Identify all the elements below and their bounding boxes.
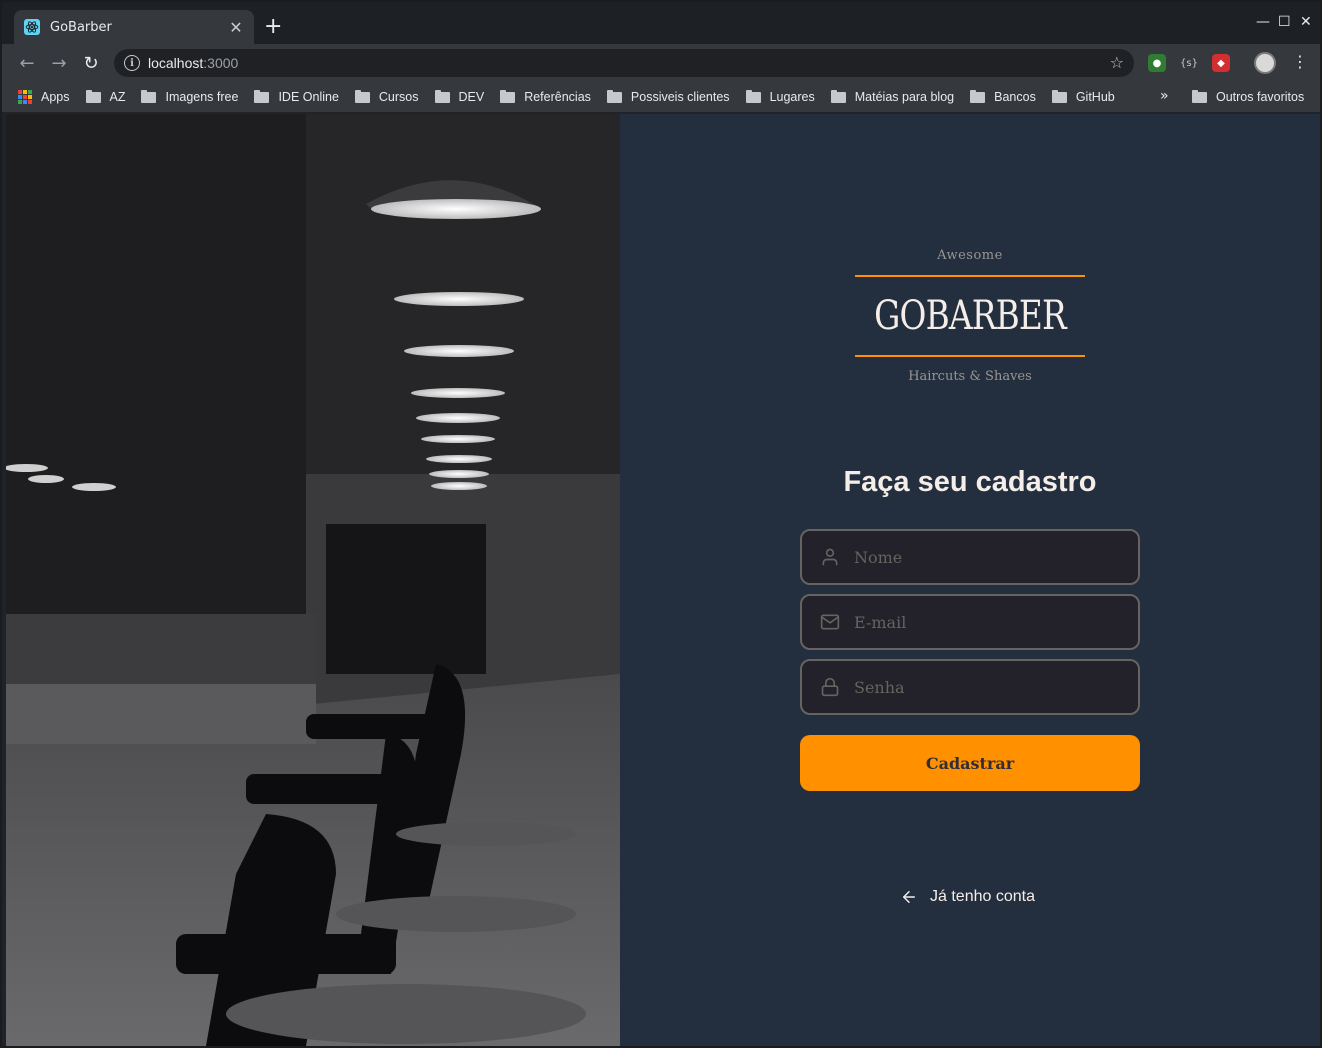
bookmark-folder[interactable]: Matéias para blog <box>830 89 955 104</box>
bookmark-folder[interactable]: Cursos <box>354 89 419 104</box>
email-field[interactable] <box>800 594 1140 650</box>
url-port: :3000 <box>203 55 239 71</box>
tab-title: GoBarber <box>50 19 112 35</box>
folder-icon <box>1051 89 1067 103</box>
bookmark-folder[interactable]: IDE Online <box>254 89 339 104</box>
back-icon[interactable]: ← <box>16 52 38 74</box>
folder-icon <box>254 89 270 103</box>
logo-brand-text: GOBARBER <box>874 293 1067 339</box>
close-window-icon[interactable]: ✕ <box>1300 14 1312 30</box>
folder-icon <box>1192 89 1207 103</box>
new-tab-icon[interactable]: + <box>264 16 282 38</box>
password-field[interactable] <box>800 659 1140 715</box>
browser-toolbar: ← → ↻ i localhost :3000 ☆ ● {s} ◆ ⋮ <box>2 44 1320 82</box>
folder-icon <box>606 89 622 103</box>
bookmark-label: AZ <box>109 90 126 104</box>
reload-icon[interactable]: ↻ <box>80 52 102 74</box>
bookmark-label: Possiveis clientes <box>630 90 730 104</box>
page-viewport: Awesome GOBARBER Haircuts & Shaves Faça … <box>6 114 1320 1046</box>
tab-gobarber[interactable]: GoBarber ✕ <box>14 10 254 44</box>
name-input[interactable] <box>854 547 1138 567</box>
bookmark-folder[interactable]: Referências <box>500 89 591 104</box>
bookmark-label: Bancos <box>994 90 1036 104</box>
react-icon <box>24 19 40 35</box>
apps-grid-icon <box>18 90 32 104</box>
user-icon <box>822 548 838 566</box>
folder-icon <box>500 89 516 103</box>
bookmarks-bar: Apps AZ Imagens free IDE Online Cursos D… <box>2 82 1320 112</box>
minimize-icon[interactable]: — <box>1256 14 1270 30</box>
gobarber-logo: Awesome GOBARBER Haircuts & Shaves <box>855 248 1085 384</box>
logo-divider <box>855 355 1085 357</box>
bookmark-folder[interactable]: Bancos <box>970 89 1036 104</box>
signup-panel: Awesome GOBARBER Haircuts & Shaves Faça … <box>620 114 1320 1046</box>
folder-icon <box>745 89 761 103</box>
folder-icon <box>434 89 450 103</box>
bookmark-label: Matéias para blog <box>854 90 955 104</box>
bookmark-label: GitHub <box>1075 90 1115 104</box>
bookmark-label: IDE Online <box>278 90 339 104</box>
lock-icon <box>821 677 839 697</box>
back-to-login-link[interactable]: Já tenho conta <box>900 888 1035 906</box>
name-field[interactable] <box>800 529 1140 585</box>
email-input[interactable] <box>854 612 1138 632</box>
maximize-icon[interactable]: ☐ <box>1278 14 1291 30</box>
arrow-left-icon <box>903 891 915 903</box>
more-bookmarks-icon[interactable]: » <box>1160 88 1169 104</box>
address-bar[interactable]: i localhost :3000 ☆ <box>114 49 1134 77</box>
bookmark-label: Outros favoritos <box>1216 90 1305 104</box>
bookmark-star-icon[interactable]: ☆ <box>1110 53 1124 72</box>
menu-kebab-icon[interactable]: ⋮ <box>1292 52 1308 71</box>
browser-window: GoBarber ✕ + — ☐ ✕ ← → ↻ i localhost :30… <box>0 0 1322 1048</box>
bookmark-folder[interactable]: GitHub <box>1051 89 1115 104</box>
url-host: localhost <box>148 55 204 71</box>
back-link-label: Já tenho conta <box>930 888 1035 905</box>
signup-button[interactable]: Cadastrar <box>800 735 1140 791</box>
site-info-icon[interactable]: i <box>124 55 140 71</box>
folder-icon <box>141 89 157 103</box>
extension-json-icon[interactable]: {s} <box>1180 54 1198 72</box>
tab-strip: GoBarber ✕ + — ☐ ✕ <box>2 2 1320 44</box>
bookmark-label: DEV <box>458 90 485 104</box>
bookmark-label: Lugares <box>769 90 815 104</box>
password-input[interactable] <box>854 677 1138 697</box>
bookmark-label: Imagens free <box>165 90 239 104</box>
forward-icon[interactable]: → <box>48 52 70 74</box>
bookmark-label: Referências <box>524 90 591 104</box>
profile-avatar[interactable] <box>1254 52 1276 74</box>
page-title: Faça seu cadastro <box>843 466 1097 498</box>
bookmark-folder[interactable]: Lugares <box>745 89 815 104</box>
bookmark-folder[interactable]: Possiveis clientes <box>606 89 730 104</box>
folder-icon <box>970 89 986 103</box>
folder-icon <box>85 89 101 103</box>
bookmark-folder[interactable]: DEV <box>434 89 485 104</box>
close-tab-icon[interactable]: ✕ <box>228 18 244 37</box>
folder-icon <box>830 89 846 103</box>
extension-red-icon[interactable]: ◆ <box>1212 54 1230 72</box>
mail-icon <box>820 614 840 630</box>
bookmark-folder[interactable]: AZ <box>85 89 126 104</box>
logo-wordmark: GOBARBER <box>874 277 1067 355</box>
folder-icon <box>354 89 370 103</box>
bookmark-label: Cursos <box>378 90 419 104</box>
bookmark-other[interactable]: Outros favoritos <box>1192 82 1304 112</box>
logo-tagline-top: Awesome <box>937 248 1003 263</box>
bookmark-label: Apps <box>41 90 70 104</box>
logo-tagline-bottom: Haircuts & Shaves <box>908 369 1032 384</box>
bookmark-folder[interactable]: Imagens free <box>141 89 239 104</box>
bookmark-apps[interactable]: Apps <box>18 90 70 104</box>
extension-green-icon[interactable]: ● <box>1148 54 1166 72</box>
barbershop-photo <box>6 114 620 1046</box>
